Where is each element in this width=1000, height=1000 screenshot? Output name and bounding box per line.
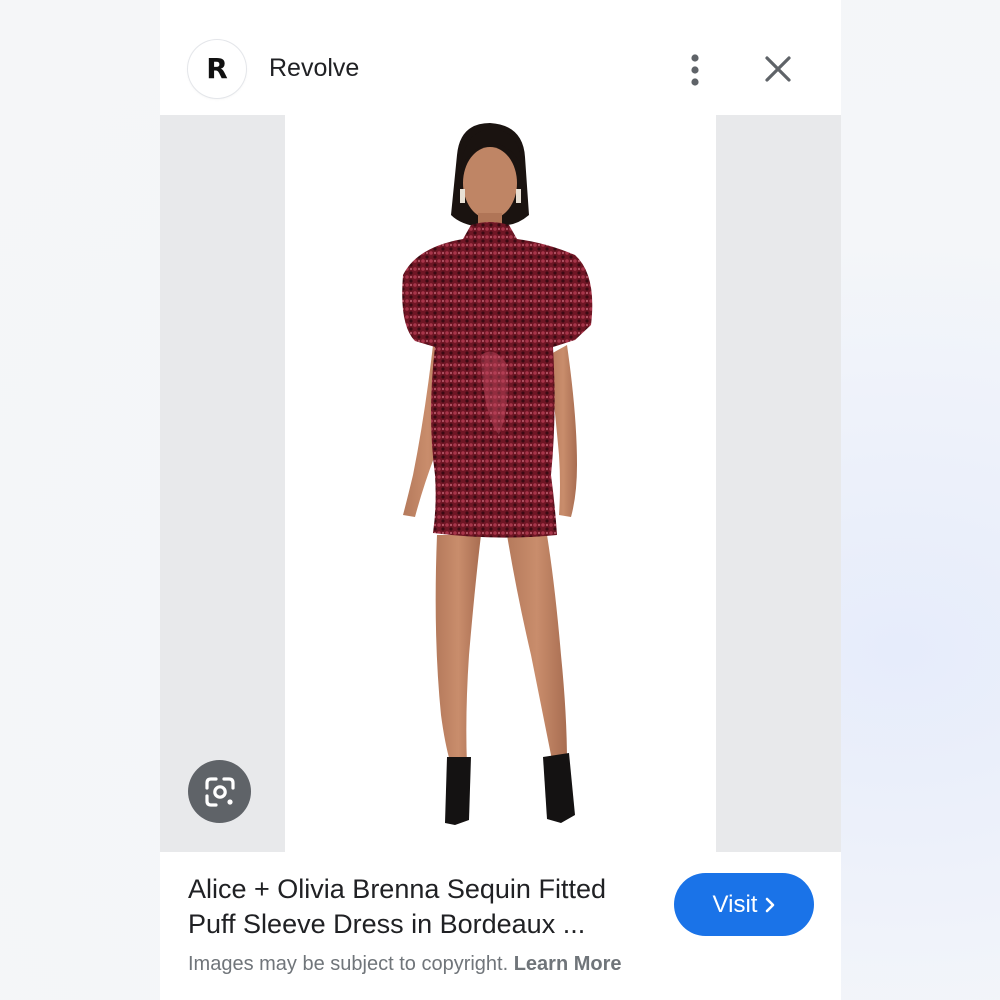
site-name[interactable]: Revolve bbox=[269, 53, 359, 83]
close-icon bbox=[765, 56, 791, 82]
visit-button-label: Visit bbox=[712, 890, 758, 918]
image-preview-card: R Revolve Alice + Olivia Brenna Sequin F… bbox=[160, 0, 841, 1000]
more-options-button[interactable] bbox=[675, 48, 715, 92]
site-logo-letter: R bbox=[206, 52, 228, 85]
copyright-text: Images may be subject to copyright. bbox=[188, 953, 509, 975]
visit-button[interactable]: Visit bbox=[674, 873, 814, 936]
product-image[interactable] bbox=[285, 115, 716, 852]
copyright-notice: Images may be subject to copyright. Lear… bbox=[188, 952, 622, 976]
more-vert-icon bbox=[691, 54, 699, 86]
learn-more-link[interactable]: Learn More bbox=[514, 953, 622, 975]
site-logo[interactable]: R bbox=[188, 40, 246, 98]
chevron-right-icon bbox=[765, 897, 775, 913]
result-footer: Alice + Olivia Brenna Sequin Fitted Puff… bbox=[160, 852, 841, 1000]
preview-header: R Revolve bbox=[160, 0, 841, 115]
google-lens-button[interactable] bbox=[188, 760, 251, 823]
google-lens-icon bbox=[204, 776, 235, 807]
image-viewer bbox=[160, 115, 841, 852]
result-title[interactable]: Alice + Olivia Brenna Sequin Fitted Puff… bbox=[188, 872, 648, 942]
dress-model-illustration bbox=[402, 123, 593, 825]
close-button[interactable] bbox=[756, 47, 800, 91]
